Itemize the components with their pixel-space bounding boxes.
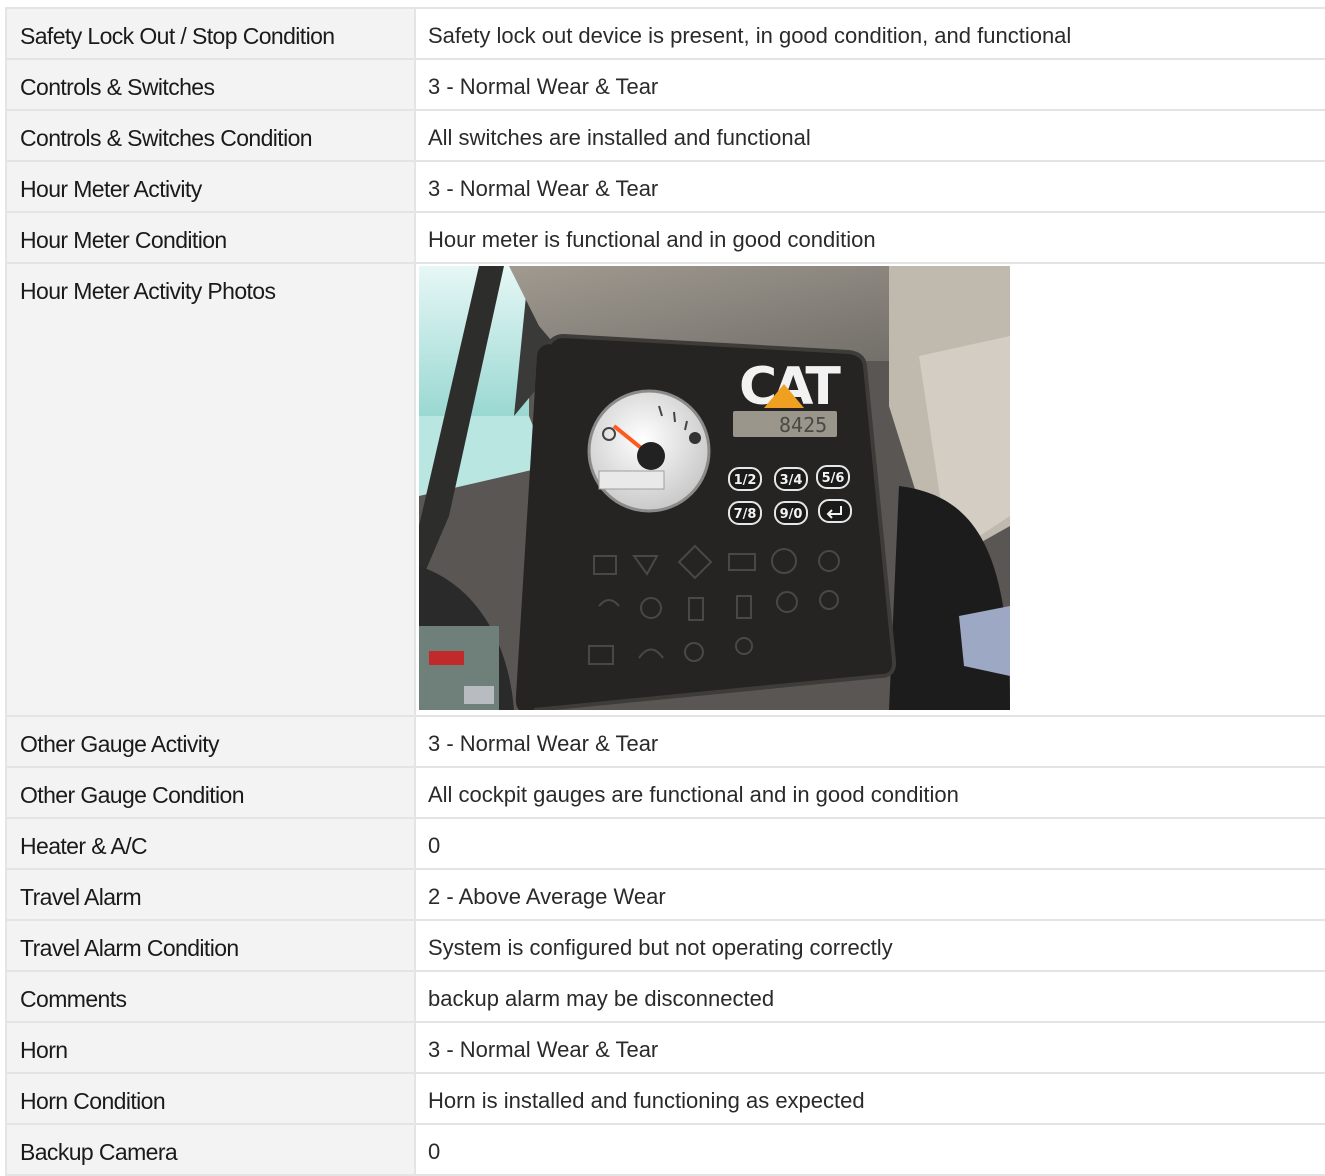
field-value: backup alarm may be disconnected [414,970,1325,1023]
field-value: 3 - Normal Wear & Tear [414,1021,1325,1074]
table-row: Other Gauge Condition All cockpit gauges… [5,766,1325,819]
field-value: Hour meter is functional and in good con… [414,211,1325,264]
field-label: Other Gauge Activity [5,715,416,768]
field-value: 0 [414,1123,1325,1176]
table-row: Travel Alarm 2 - Above Average Wear [5,868,1325,921]
field-label: Controls & Switches Condition [5,109,416,162]
svg-text:8425: 8425 [779,413,827,437]
table-row: Comments backup alarm may be disconnecte… [5,970,1325,1023]
field-label: Hour Meter Activity [5,160,416,213]
enter-key-icon [818,499,852,523]
field-value: 3 - Normal Wear & Tear [414,58,1325,111]
field-label: Travel Alarm Condition [5,919,416,972]
field-label: Hour Meter Activity Photos [5,262,416,717]
table-row: Hour Meter Activity 3 - Normal Wear & Te… [5,160,1325,213]
field-label: Heater & A/C [5,817,416,870]
svg-text:1/2: 1/2 [734,473,757,488]
field-label: Horn Condition [5,1072,416,1125]
table-row: Other Gauge Activity 3 - Normal Wear & T… [5,715,1325,768]
field-value: All cockpit gauges are functional and in… [414,766,1325,819]
field-label: Hour Meter Condition [5,211,416,264]
field-value: All switches are installed and functiona… [414,109,1325,162]
table-row-photos: Hour Meter Activity Photos CAT 8425 1/2 … [5,262,1325,717]
fuel-gauge-icon [587,389,711,513]
table-row: Controls & Switches 3 - Normal Wear & Te… [5,58,1325,111]
field-label: Comments [5,970,416,1023]
field-value: 2 - Above Average Wear [414,868,1325,921]
svg-text:9/0: 9/0 [780,507,803,522]
table-row: Hour Meter Condition Hour meter is funct… [5,211,1325,264]
hour-meter-photo[interactable]: CAT 8425 1/2 3/4 5/6 7/8 9/0 [419,266,1010,710]
table-row: Travel Alarm Condition System is configu… [5,919,1325,972]
field-value: 3 - Normal Wear & Tear [414,715,1325,768]
field-label: Backup Camera [5,1123,416,1176]
table-row: Horn 3 - Normal Wear & Tear [5,1021,1325,1074]
table-row: Safety Lock Out / Stop Condition Safety … [5,7,1325,60]
field-label: Other Gauge Condition [5,766,416,819]
field-value: 3 - Normal Wear & Tear [414,160,1325,213]
inspection-report: Safety Lock Out / Stop Condition Safety … [5,7,1325,1176]
hour-meter-photo-illustration: CAT 8425 1/2 3/4 5/6 7/8 9/0 [419,266,1010,710]
field-value: Horn is installed and functioning as exp… [414,1072,1325,1125]
table-row: Horn Condition Horn is installed and fun… [5,1072,1325,1125]
table-row: Backup Camera 0 [5,1123,1325,1176]
field-label: Horn [5,1021,416,1074]
field-label: Safety Lock Out / Stop Condition [5,7,416,60]
field-value: System is configured but not operating c… [414,919,1325,972]
field-value: Safety lock out device is present, in go… [414,7,1325,60]
field-label: Controls & Switches [5,58,416,111]
svg-text:7/8: 7/8 [734,507,757,522]
field-label: Travel Alarm [5,868,416,921]
cat-logo-icon: CAT [739,357,845,417]
table-row: Heater & A/C 0 [5,817,1325,870]
inspection-table: Safety Lock Out / Stop Condition Safety … [5,7,1325,1176]
table-row: Controls & Switches Condition All switch… [5,109,1325,162]
hour-meter-lcd: 8425 [733,411,837,437]
svg-text:5/6: 5/6 [822,471,845,486]
field-value: 0 [414,817,1325,870]
instrument-panel: CAT 8425 1/2 3/4 5/6 7/8 9/0 [515,333,897,710]
svg-text:3/4: 3/4 [780,473,803,488]
photo-cell: CAT 8425 1/2 3/4 5/6 7/8 9/0 [414,262,1325,717]
